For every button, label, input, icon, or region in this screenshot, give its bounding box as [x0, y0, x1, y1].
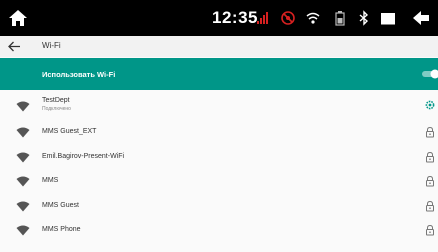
network-status: Подключено	[42, 106, 71, 112]
network-name: MMS Guest_EXT	[42, 128, 97, 135]
wifi-signal-icon	[16, 176, 30, 187]
home-icon[interactable]	[8, 8, 28, 28]
network-name: MMS	[42, 177, 59, 184]
wifi-master-toggle-row[interactable]: Использовать Wi-Fi	[0, 58, 438, 90]
status-bar: 12:35	[0, 0, 438, 36]
lock-icon	[426, 224, 434, 236]
network-name: Emil.Bagirov-Present-WiFi	[42, 153, 125, 160]
battery-icon	[335, 11, 345, 26]
bluetooth-icon	[359, 10, 369, 26]
wifi-signal-icon	[16, 225, 30, 236]
network-row[interactable]: MMS Guest	[0, 197, 438, 221]
lock-icon	[426, 175, 434, 187]
clock-time: 12:35	[212, 8, 258, 27]
network-name: TestDept	[42, 97, 70, 104]
lock-icon	[426, 126, 434, 138]
back-arrow-icon[interactable]	[6, 39, 22, 54]
wifi-signal-icon	[16, 101, 30, 112]
network-row[interactable]: MMS Guest_EXT	[0, 123, 438, 147]
network-row[interactable]: MMS	[0, 172, 438, 196]
no-sim-icon	[281, 11, 295, 25]
wifi-toggle-switch[interactable]	[422, 69, 438, 79]
network-row[interactable]: TestDept Подключено	[0, 95, 438, 119]
back-icon[interactable]	[412, 10, 430, 26]
toolbar: Wi-Fi	[0, 36, 438, 57]
screen-icon[interactable]	[380, 10, 396, 26]
wifi-toggle-label: Использовать Wi-Fi	[42, 70, 116, 79]
page-title: Wi-Fi	[42, 41, 61, 50]
wifi-icon	[306, 12, 320, 24]
lock-icon	[426, 151, 434, 163]
network-name: MMS Phone	[42, 226, 81, 233]
lock-icon	[426, 200, 434, 212]
wifi-signal-icon	[16, 127, 30, 138]
network-name: MMS Guest	[42, 202, 79, 209]
signal-icon	[257, 12, 268, 24]
network-row[interactable]: MMS Phone	[0, 221, 438, 245]
gear-icon[interactable]	[424, 99, 436, 111]
wifi-signal-icon	[16, 152, 30, 163]
network-row[interactable]: Emil.Bagirov-Present-WiFi	[0, 148, 438, 172]
wifi-signal-icon	[16, 201, 30, 212]
